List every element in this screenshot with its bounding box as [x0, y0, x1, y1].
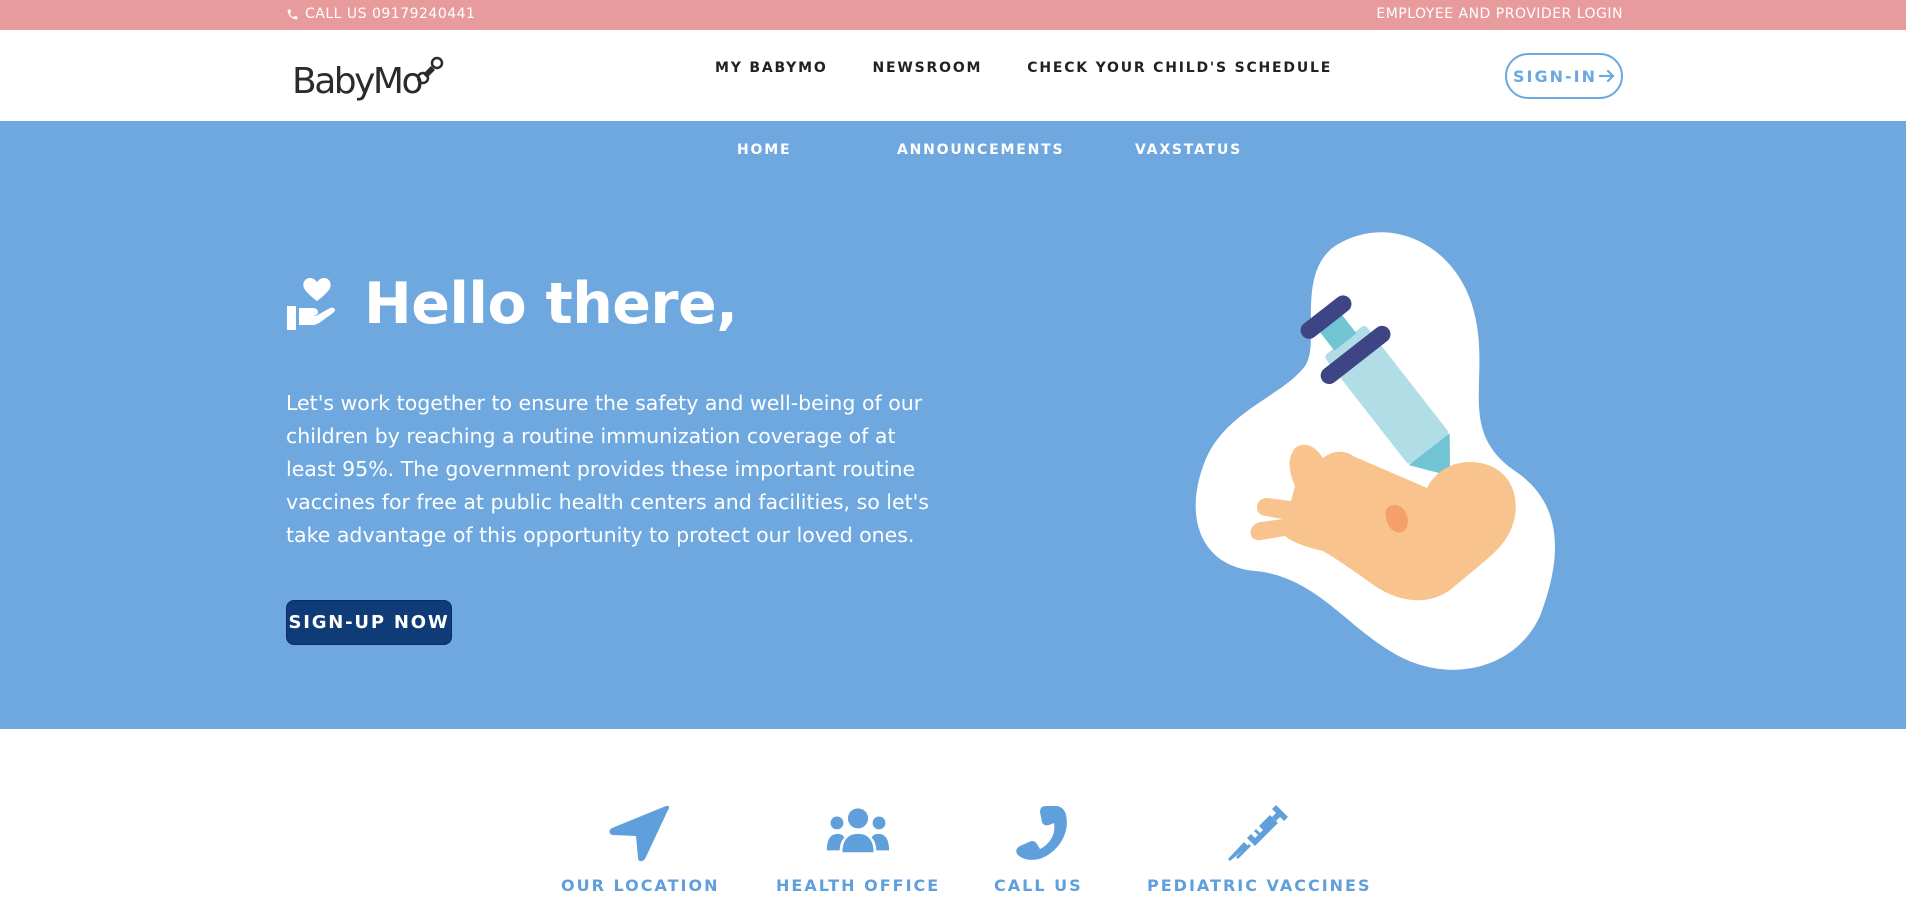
feature-pediatric-vaccines[interactable]: PEDIATRIC VACCINES — [1147, 804, 1372, 895]
arrow-right-icon — [1598, 69, 1615, 83]
subnav-home[interactable]: HOME — [737, 142, 791, 158]
features-section: OUR LOCATION HEALTH OFFICE CALL US PEDIA… — [0, 729, 1906, 923]
syringe-icon — [1228, 805, 1289, 861]
hero-heading: Hello there, — [286, 271, 738, 337]
hero-section: HOME ANNOUNCEMENTS VAXSTATUS Hello there… — [0, 121, 1906, 729]
hero-description: Let's work together to ensure the safety… — [286, 391, 929, 547]
nav-my-babymo[interactable]: MY BABYMO — [715, 60, 828, 76]
top-bar: CALL US 09179240441 EMPLOYEE AND PROVIDE… — [0, 0, 1906, 30]
people-group-icon — [827, 808, 890, 853]
pacifier-icon — [417, 56, 444, 85]
vaccination-illustration — [1195, 232, 1555, 670]
feature-label: OUR LOCATION — [561, 876, 720, 895]
subnav-vaxstatus[interactable]: VAXSTATUS — [1135, 142, 1242, 158]
phone-icon — [1016, 806, 1068, 860]
nav-newsroom[interactable]: NEWSROOM — [873, 60, 983, 76]
header: BabyMo MY BABYMO NEWSROOM CHECK YOUR CHI… — [0, 30, 1906, 121]
main-nav: MY BABYMO NEWSROOM CHECK YOUR CHILD'S SC… — [715, 60, 1332, 76]
feature-call-us[interactable]: CALL US — [994, 804, 1083, 895]
hero-title: Hello there, — [364, 271, 738, 337]
call-us-link[interactable]: CALL US 09179240441 — [286, 6, 475, 22]
call-us-text: CALL US 09179240441 — [305, 6, 476, 22]
feature-label: HEALTH OFFICE — [776, 876, 941, 895]
feature-label: CALL US — [994, 876, 1083, 895]
feature-label: PEDIATRIC VACCINES — [1147, 876, 1372, 895]
sign-in-button[interactable]: SIGN-IN — [1505, 53, 1623, 99]
employee-login-link[interactable]: EMPLOYEE AND PROVIDER LOGIN — [1376, 6, 1623, 22]
feature-health-office[interactable]: HEALTH OFFICE — [776, 804, 940, 895]
sign-up-now-button[interactable]: SIGN-UP NOW — [286, 600, 452, 645]
subnav-announcements[interactable]: ANNOUNCEMENTS — [897, 142, 1064, 158]
phone-icon — [287, 9, 298, 19]
logo-text: BabyMo — [292, 61, 424, 102]
sign-in-label: SIGN-IN — [1513, 66, 1597, 86]
location-arrow-icon — [609, 805, 670, 862]
feature-our-location[interactable]: OUR LOCATION — [561, 804, 719, 895]
logo[interactable]: BabyMo — [292, 50, 445, 100]
nav-check-schedule[interactable]: CHECK YOUR CHILD'S SCHEDULE — [1027, 60, 1332, 76]
hand-holding-heart-icon — [287, 278, 335, 330]
